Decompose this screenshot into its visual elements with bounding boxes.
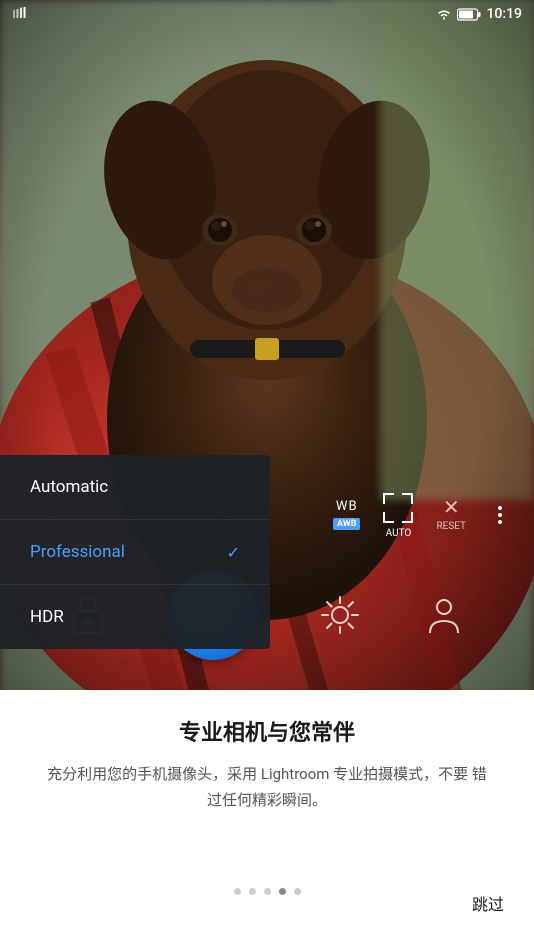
- sim-icon: [12, 7, 28, 21]
- pagination-dots: [234, 888, 301, 895]
- exposure-button[interactable]: [318, 593, 362, 637]
- portrait-button[interactable]: [422, 593, 466, 637]
- battery-icon: [457, 8, 481, 21]
- skip-button[interactable]: 跳过: [472, 891, 504, 915]
- bottom-description: 充分利用您的手机摄像头，采用 Lightroom 专业拍摄模式，不要 错过任何精…: [40, 762, 494, 813]
- status-bar: 10:19: [0, 0, 534, 28]
- pagination-dot-1: [234, 888, 241, 895]
- wb-button[interactable]: WB AWB: [333, 499, 360, 530]
- bottom-title: 专业相机与您常伴: [179, 715, 355, 747]
- pagination-dot-4: [279, 888, 286, 895]
- reset-button[interactable]: ✕ RESET: [436, 497, 466, 532]
- af-bracket-icon: [380, 490, 416, 526]
- af-button[interactable]: AUTO: [380, 490, 416, 539]
- three-dots-icon: [490, 498, 510, 532]
- dropdown-item-hdr-label: HDR: [30, 607, 64, 627]
- more-options-button[interactable]: [486, 494, 514, 536]
- pagination-dot-5: [294, 888, 301, 895]
- checkmark-icon: ✓: [227, 543, 240, 562]
- wifi-icon: [436, 7, 452, 21]
- dropdown-item-professional[interactable]: Professional ✓: [0, 520, 270, 585]
- dropdown-item-automatic[interactable]: Automatic: [0, 455, 270, 520]
- wb-label: WB: [336, 499, 358, 514]
- portrait-icon: [422, 593, 466, 637]
- status-bar-left: [12, 7, 28, 21]
- dropdown-item-hdr[interactable]: HDR: [0, 585, 270, 649]
- bottom-panel: 专业相机与您常伴 充分利用您的手机摄像头，采用 Lightroom 专业拍摄模式…: [0, 690, 534, 950]
- sun-icon: [318, 593, 362, 637]
- mode-dropdown: Automatic Professional ✓ HDR: [0, 455, 270, 649]
- status-bar-right: 10:19: [436, 6, 522, 22]
- wb-badge: AWB: [333, 518, 360, 530]
- status-time: 10:19: [486, 6, 522, 22]
- reset-label: RESET: [436, 521, 466, 532]
- pagination-dot-3: [264, 888, 271, 895]
- pagination-dot-2: [249, 888, 256, 895]
- reset-x-icon: ✕: [443, 497, 460, 517]
- auto-label: AUTO: [386, 528, 412, 539]
- dropdown-item-automatic-label: Automatic: [30, 477, 108, 497]
- dropdown-item-professional-label: Professional: [30, 542, 125, 562]
